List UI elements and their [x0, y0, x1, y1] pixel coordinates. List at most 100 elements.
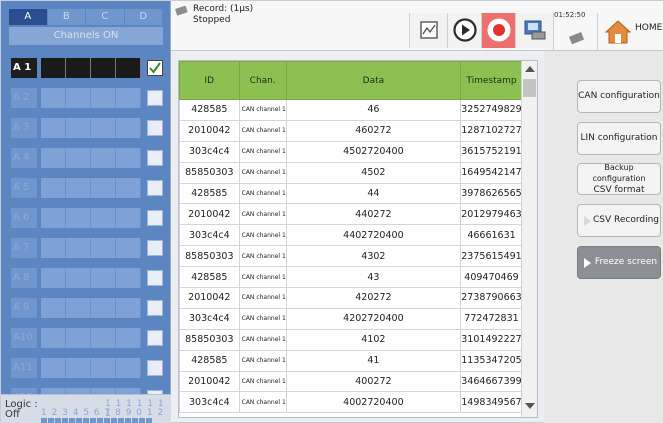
channel-signal-bar[interactable]	[41, 327, 141, 348]
column-header-timestamp[interactable]: Timestamp	[460, 61, 523, 100]
table-row[interactable]: 303c4c4 CAN channel 1 4402720400 46661631	[179, 224, 523, 247]
table-row[interactable]: 85850303 CAN channel 1 4302 2375615491	[179, 245, 523, 268]
table-row[interactable]: 428585 CAN channel 1 43 409470469	[179, 266, 523, 289]
channel-enable-checkbox[interactable]	[147, 299, 163, 316]
play-icon	[584, 258, 591, 268]
cell-chan: CAN channel 1	[238, 203, 287, 226]
channel-signal-bar[interactable]	[41, 117, 141, 138]
table-row[interactable]: 85850303 CAN channel 1 4102 3101492227	[179, 328, 523, 351]
cell-timestamp: 3252749829	[460, 99, 523, 121]
channel-row[interactable]: A 4	[11, 147, 166, 168]
column-header-data[interactable]: Data	[285, 61, 462, 100]
channel-signal-bar[interactable]	[41, 267, 141, 288]
channel-label[interactable]: A 9	[11, 297, 37, 318]
table-row[interactable]: 428585 CAN channel 1 46 3252749829	[179, 99, 523, 121]
channel-row[interactable]: A 6	[11, 207, 166, 228]
channel-label[interactable]: A10	[11, 327, 37, 348]
channel-enable-checkbox[interactable]	[147, 149, 163, 166]
channel-segment	[66, 207, 91, 228]
channel-enable-checkbox[interactable]	[147, 179, 163, 196]
cell-chan: CAN channel 1	[238, 161, 287, 184]
tab-a[interactable]: A	[9, 9, 48, 25]
channel-label[interactable]: A 4	[11, 147, 37, 168]
channel-signal-bar[interactable]	[41, 147, 141, 168]
channel-signal-bar[interactable]	[41, 87, 141, 108]
channel-label[interactable]: A 7	[11, 237, 37, 258]
channel-row[interactable]: A 7	[11, 237, 166, 258]
table-row[interactable]: 428585 CAN channel 1 44 3978626565	[179, 182, 523, 205]
channel-label[interactable]: A 1	[11, 57, 37, 78]
freeze-screen-button[interactable]: Freeze screen	[577, 246, 661, 279]
column-header-chan[interactable]: Chan.	[238, 61, 287, 100]
tab-b[interactable]: B	[47, 9, 86, 25]
channel-row[interactable]: A10	[11, 327, 166, 348]
channel-enable-checkbox[interactable]	[147, 359, 163, 376]
channel-row[interactable]: A 2	[11, 87, 166, 108]
column-header-id[interactable]: ID	[179, 61, 240, 100]
channel-label[interactable]: A 6	[11, 207, 37, 228]
channel-signal-bar[interactable]	[41, 177, 141, 198]
record-button[interactable]	[481, 13, 515, 48]
channel-signal-bar[interactable]	[41, 57, 141, 78]
channel-row[interactable]: A11	[11, 357, 166, 378]
channel-label[interactable]: A 8	[11, 267, 37, 288]
channel-row[interactable]: A 1	[11, 57, 166, 78]
table-row[interactable]: 303c4c4 CAN channel 1 4002720400 1498349567	[179, 391, 523, 414]
channel-row[interactable]: A 5	[11, 177, 166, 198]
channel-enable-checkbox[interactable]	[147, 239, 163, 256]
table-row[interactable]: 2010042 CAN channel 1 440272 2012979463	[179, 203, 523, 226]
cell-timestamp: 2738790663	[460, 287, 523, 309]
channel-signal-bar[interactable]	[41, 357, 141, 378]
cell-chan: CAN channel 1	[238, 140, 287, 163]
table-row[interactable]: 428585 CAN channel 1 41 1135347205	[179, 349, 523, 372]
cell-id: 428585	[179, 349, 240, 372]
backup-csv-button[interactable]: Backup configuration CSV format	[577, 163, 661, 195]
channel-enable-checkbox[interactable]	[147, 329, 163, 346]
table-scrollbar[interactable]	[521, 61, 537, 417]
channel-label[interactable]: A11	[11, 357, 37, 378]
channel-row[interactable]: A 3	[11, 117, 166, 138]
logic-strip[interactable]: Logic : Off 1 1 1 1 1 1 1 1 2 3 4 5 6 7 …	[1, 394, 171, 423]
logic-indicator	[118, 418, 124, 423]
logic-indicator	[104, 418, 110, 423]
play-button[interactable]	[447, 13, 481, 48]
tab-c[interactable]: C	[86, 9, 125, 25]
scroll-thumb[interactable]	[523, 79, 536, 97]
cell-timestamp: 46661631	[460, 224, 523, 247]
channel-enable-checkbox[interactable]	[147, 119, 163, 136]
logic-indicator	[69, 418, 75, 423]
save-to-disk-button[interactable]	[515, 13, 553, 48]
channel-enable-checkbox[interactable]	[147, 89, 163, 106]
channel-enable-checkbox[interactable]	[147, 269, 163, 286]
channel-label[interactable]: A 3	[11, 117, 37, 138]
channel-enable-checkbox[interactable]	[147, 209, 163, 226]
scroll-down-arrow-icon[interactable]	[525, 403, 535, 409]
table-row[interactable]: 2010042 CAN channel 1 420272 2738790663	[179, 287, 523, 309]
can-configuration-button[interactable]: CAN configuration	[577, 80, 661, 113]
table-row[interactable]: 2010042 CAN channel 1 400272 3464667399	[179, 370, 523, 393]
channel-label[interactable]: A 2	[11, 87, 37, 108]
cell-id: 2010042	[179, 370, 240, 393]
csv-recording-button[interactable]: CSV Recording	[577, 204, 661, 237]
cell-timestamp: 1498349567	[460, 391, 523, 414]
channel-signal-bar[interactable]	[41, 237, 141, 258]
table-row[interactable]: 2010042 CAN channel 1 460272 1287102727	[179, 119, 523, 142]
channel-label[interactable]: A 5	[11, 177, 37, 198]
channel-signal-bar[interactable]	[41, 297, 141, 318]
home-button[interactable]: HOME	[597, 13, 663, 51]
channel-row[interactable]: A 9	[11, 297, 166, 318]
table-row[interactable]: 303c4c4 CAN channel 1 4202720400 772472831	[179, 307, 523, 330]
channel-enable-checkbox[interactable]	[147, 59, 163, 76]
cell-data: 400272	[285, 370, 462, 393]
channel-row[interactable]: A 8	[11, 267, 166, 288]
cell-data: 4502720400	[285, 140, 462, 163]
lin-configuration-button[interactable]: LIN configuration	[577, 122, 661, 155]
table-row[interactable]: 303c4c4 CAN channel 1 4502720400 3615752191	[179, 140, 523, 163]
table-row[interactable]: 85850303 CAN channel 1 4502 1649542147	[179, 161, 523, 184]
scroll-up-arrow-icon[interactable]	[525, 66, 535, 72]
tab-d[interactable]: D	[124, 9, 163, 25]
chart-view-button[interactable]	[409, 13, 447, 48]
channel-signal-bar[interactable]	[41, 207, 141, 228]
channel-segment	[41, 237, 66, 258]
channel-segment	[41, 57, 66, 78]
